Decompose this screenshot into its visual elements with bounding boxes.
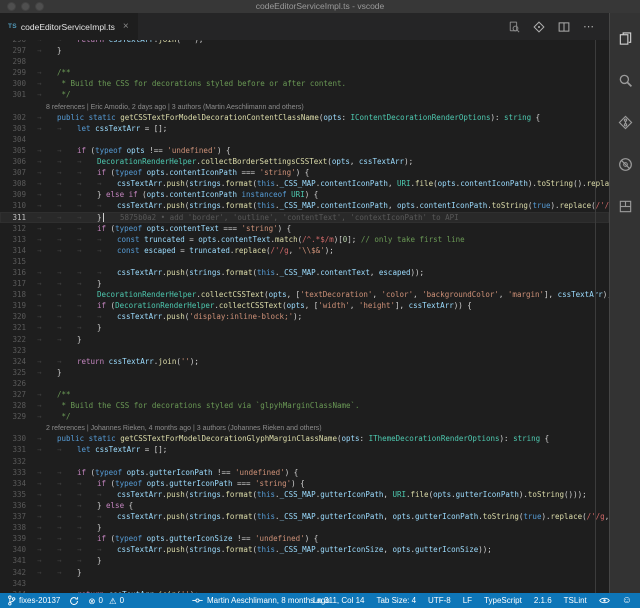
git-branch-icon: [7, 595, 16, 606]
debug-icon[interactable]: [610, 143, 640, 185]
extensions-icon[interactable]: [610, 185, 640, 227]
warnings-item[interactable]: ⚠ 0: [109, 596, 124, 605]
code-line-299[interactable]: 299→/**: [0, 67, 609, 78]
code-line-297[interactable]: 297→}: [0, 45, 609, 56]
error-count: 0: [98, 596, 102, 605]
tab-codeEditorServiceImpl[interactable]: TS codeEditorServiceImpl.ts ×: [0, 13, 139, 40]
code-line-313[interactable]: 313→→→→const truncated = opts.contentTex…: [0, 234, 609, 245]
more-actions-icon[interactable]: ⋯: [583, 23, 595, 31]
code-line-325[interactable]: 325→}: [0, 367, 609, 378]
code-line-338[interactable]: 338→→→}: [0, 522, 609, 533]
code-line-312[interactable]: 312→→→if (typeof opts.contentText === 's…: [0, 223, 609, 234]
text-cursor: [103, 213, 105, 222]
code-line-308[interactable]: 308→→→→cssTextArr.push(strings.format(th…: [0, 178, 609, 189]
code-line-334[interactable]: 334→→→if (typeof opts.gutterIconPath ===…: [0, 478, 609, 489]
title-bar: codeEditorServiceImpl.ts - vscode: [0, 0, 640, 13]
code-line-342[interactable]: 342→→}: [0, 567, 609, 578]
code-line-302[interactable]: 302→public static getCSSTextForModelDeco…: [0, 112, 609, 123]
code-line-319[interactable]: 319→→→if (DecorationRenderHelper.collect…: [0, 300, 609, 311]
code-line-322[interactable]: 322→→}: [0, 334, 609, 345]
code-line-326[interactable]: 326: [0, 378, 609, 389]
code-line-320[interactable]: 320→→→→cssTextArr.push('display:inline-b…: [0, 311, 609, 322]
close-tab-icon[interactable]: ×: [123, 22, 129, 32]
source-control-icon[interactable]: [610, 101, 640, 143]
warning-icon: ⚠: [109, 597, 117, 605]
code-line-321[interactable]: 321→→→}: [0, 322, 609, 333]
code-line-335[interactable]: 335→→→→cssTextArr.push(strings.format(th…: [0, 489, 609, 500]
code-line-307[interactable]: 307→→→if (typeof opts.contentIconPath ==…: [0, 167, 609, 178]
tab-label: codeEditorServiceImpl.ts: [21, 22, 115, 32]
code-line-336[interactable]: 336→→→} else {: [0, 500, 609, 511]
status-bar: fixes-20137 ⊗ 0 ⚠ 0 Martin Aeschlimann, …: [0, 593, 640, 608]
tab-bar: TS codeEditorServiceImpl.ts × ⋯: [0, 13, 609, 40]
code-line-339[interactable]: 339→→→if (typeof opts.gutterIconSize !==…: [0, 533, 609, 544]
code-line-340[interactable]: 340→→→→cssTextArr.push(strings.format(th…: [0, 544, 609, 555]
code-line-300[interactable]: 300→ * Build the CSS for decorations sty…: [0, 78, 609, 89]
code-line-328[interactable]: 328→ * Build the CSS for decorations sty…: [0, 400, 609, 411]
code-line-304[interactable]: 304: [0, 134, 609, 145]
code-line-337[interactable]: 337→→→→cssTextArr.push(strings.format(th…: [0, 511, 609, 522]
eye-icon[interactable]: [599, 596, 610, 605]
code-line-311[interactable]: 311→→→}5875b0a2 • add 'border', 'outline…: [0, 212, 609, 223]
ts-version[interactable]: 2.1.6: [534, 596, 552, 605]
open-preview-icon[interactable]: [508, 21, 520, 33]
code-line-341[interactable]: 341→→→}: [0, 555, 609, 566]
code-line-318[interactable]: 318→→→DecorationRenderHelper.collectCSST…: [0, 289, 609, 300]
codelens-row[interactable]: 8 references | Eric Amodio, 2 days ago |…: [0, 101, 609, 112]
code-line-315[interactable]: 315: [0, 256, 609, 267]
code-line-331[interactable]: 331→→let cssTextArr = [];: [0, 444, 609, 455]
git-blame-item[interactable]: Martin Aeschlimann, 8 months ago: [192, 596, 330, 605]
window-title: codeEditorServiceImpl.ts - vscode: [0, 0, 640, 13]
eol[interactable]: LF: [463, 596, 472, 605]
code-line-305[interactable]: 305→→if (typeof opts !== 'undefined') {: [0, 145, 609, 156]
codelens-row[interactable]: 2 references | Johannes Rieken, 4 months…: [0, 422, 609, 433]
code-line-329[interactable]: 329→ */: [0, 411, 609, 422]
code-lines: 296→→return cssTextArr.join(' ');297→}29…: [0, 40, 609, 593]
tslint[interactable]: TSLint: [564, 596, 587, 605]
sync-item[interactable]: [69, 596, 79, 606]
activity-bar: [609, 13, 640, 593]
vscode-window: codeEditorServiceImpl.ts - vscode TS cod…: [0, 0, 640, 608]
code-editor[interactable]: 296→→return cssTextArr.join(' ');297→}29…: [0, 40, 609, 593]
code-line-324[interactable]: 324→→return cssTextArr.join('');: [0, 356, 609, 367]
warning-count: 0: [120, 596, 124, 605]
git-branch-item[interactable]: fixes-20137: [7, 595, 60, 606]
commit-icon: [192, 596, 203, 605]
feedback-smiley-icon[interactable]: ☺: [622, 597, 632, 605]
language-mode[interactable]: TypeScript: [484, 596, 522, 605]
blame-text: Martin Aeschlimann, 8 months ago: [207, 596, 330, 605]
sync-icon: [69, 596, 79, 606]
code-line-309[interactable]: 309→→→} else if (opts.contentIconPath in…: [0, 189, 609, 200]
code-line-323[interactable]: 323: [0, 345, 609, 356]
search-icon[interactable]: [610, 59, 640, 101]
error-icon: ⊗: [88, 597, 95, 605]
code-line-314[interactable]: 314→→→→const escaped = truncated.replace…: [0, 245, 609, 256]
encoding[interactable]: UTF-8: [428, 596, 451, 605]
code-line-310[interactable]: 310→→→→cssTextArr.push(strings.format(th…: [0, 200, 609, 211]
code-line-330[interactable]: 330→public static getCSSTextForModelDeco…: [0, 433, 609, 444]
code-line-298[interactable]: 298: [0, 56, 609, 67]
split-editor-icon[interactable]: [558, 21, 570, 33]
code-line-327[interactable]: 327→/**: [0, 389, 609, 400]
typescript-file-icon: TS: [8, 23, 17, 30]
status-bar-right: Ln 311, Col 14 Tab Size: 4 UTF-8 LF Type…: [313, 596, 640, 605]
code-line-303[interactable]: 303→→let cssTextArr = [];: [0, 123, 609, 134]
code-line-316[interactable]: 316→→→→cssTextArr.push(strings.format(th…: [0, 267, 609, 278]
code-line-332[interactable]: 332: [0, 456, 609, 467]
explorer-icon[interactable]: [610, 17, 640, 59]
code-line-317[interactable]: 317→→→}: [0, 278, 609, 289]
editor-actions: ⋯: [508, 13, 609, 40]
branch-name: fixes-20137: [19, 596, 60, 605]
errors-item[interactable]: ⊗ 0: [88, 596, 103, 605]
code-line-343[interactable]: 343: [0, 578, 609, 589]
code-line-301[interactable]: 301→ */: [0, 89, 609, 100]
blame-ghost-text: 5875b0a2 • add 'border', 'outline', 'con…: [120, 213, 459, 222]
editor-scrollbar[interactable]: [595, 40, 596, 593]
code-line-306[interactable]: 306→→→DecorationRenderHelper.collectBord…: [0, 156, 609, 167]
code-line-333[interactable]: 333→→if (typeof opts.gutterIconPath !== …: [0, 467, 609, 478]
source-control-diamond-icon[interactable]: [533, 21, 545, 33]
tab-size[interactable]: Tab Size: 4: [376, 596, 416, 605]
